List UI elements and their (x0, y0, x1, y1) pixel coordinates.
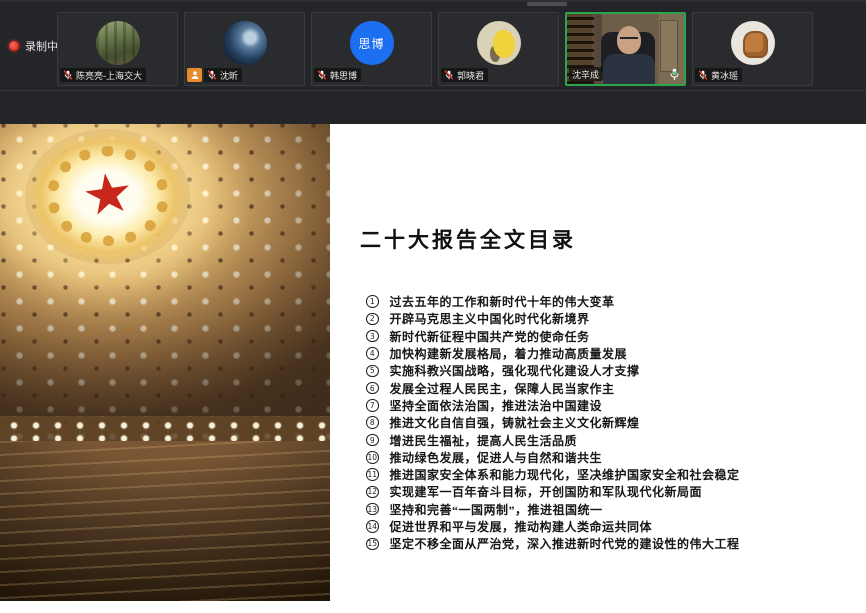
toc-item-13: 13 坚持和完善“一国两制”，推进祖国统一 (366, 501, 740, 518)
mic-muted-icon (444, 70, 454, 80)
avatar-initials: 思博 (358, 35, 384, 52)
seat-rows (0, 441, 330, 601)
participant-tile-6[interactable]: 黄冰瑶 (692, 12, 813, 86)
video-strip: 录制中 陈亮亮-上海交大 沈昕 思博 (0, 0, 866, 124)
toc-item-text: 坚持和完善“一国两制”，推进祖国统一 (390, 501, 603, 518)
participant-tile-2[interactable]: 沈昕 (184, 12, 305, 86)
participant-name-bar: 黄冰瑶 (695, 68, 742, 82)
circled-number: 7 (366, 399, 379, 412)
circled-number: 14 (366, 520, 379, 533)
record-dot-icon (9, 41, 19, 51)
circled-number: 5 (366, 365, 379, 378)
mic-muted-icon (207, 70, 217, 80)
auditorium-seats (0, 441, 330, 601)
participant-name-bar: 韩思博 (314, 68, 361, 82)
toc-item-3: 3 新时代新征程中国共产党的使命任务 (366, 328, 740, 345)
toc-item-6: 6 发展全过程人民民主，保障人民当家作主 (366, 379, 740, 396)
circled-number: 6 (366, 382, 379, 395)
initials-avatar: 思博 (350, 21, 394, 65)
circled-number: 4 (366, 347, 379, 360)
toc-item-7: 7 坚持全面依法治国，推进法治中国建设 (366, 397, 740, 414)
toc-item-10: 10 推动绿色发展，促进人与自然和谐共生 (366, 449, 740, 466)
recording-indicator: 录制中 (9, 38, 58, 54)
window-title-remnant (527, 2, 567, 6)
circled-number: 1 (366, 295, 379, 308)
toc-item-text: 实现建军一百年奋斗目标，开创国防和军队现代化新局面 (390, 483, 703, 500)
toc-item-12: 12 实现建军一百年奋斗目标，开创国防和军队现代化新局面 (366, 483, 740, 500)
participant-name: 郭晓君 (457, 69, 484, 82)
participant-name: 韩思博 (330, 69, 357, 82)
toc-item-8: 8 推进文化自信自强，铸就社会主义文化新辉煌 (366, 414, 740, 431)
participant-tile-1[interactable]: 陈亮亮-上海交大 (57, 12, 178, 86)
participant-tile-5-active[interactable]: 沈辛成 (565, 12, 686, 86)
toc-item-1: 1 过去五年的工作和新时代十年的伟大变革 (366, 293, 740, 310)
toc-item-text: 实施科教兴国战略，强化现代化建设人才支撑 (390, 362, 640, 379)
circled-number: 8 (366, 416, 379, 429)
mic-muted-icon (317, 70, 327, 80)
toc-item-text: 过去五年的工作和新时代十年的伟大变革 (390, 293, 615, 310)
toc-item-text: 加快构建新发展格局，着力推动高质量发展 (390, 345, 628, 362)
meeting-app-window: 录制中 陈亮亮-上海交大 沈昕 思博 (0, 0, 866, 613)
forest-avatar (96, 21, 140, 65)
toc-item-text: 推进国家安全体系和能力现代化，坚决维护国家安全和社会稳定 (390, 466, 740, 483)
toc-item-14: 14 促进世界和平与发展，推动构建人类命运共同体 (366, 518, 740, 535)
toc-item-text: 新时代新征程中国共产党的使命任务 (390, 328, 590, 345)
speaker-torso (603, 54, 655, 86)
shared-screen-slide: 二十大报告全文目录 1 过去五年的工作和新时代十年的伟大变革 2 开辟马克思主义中国… (0, 124, 866, 601)
toc-item-text: 增进民生福祉，提高人民生活品质 (390, 432, 578, 449)
great-hall-ceiling-photo (0, 124, 330, 601)
toc-item-text: 推进文化自信自强，铸就社会主义文化新辉煌 (390, 414, 640, 431)
strip-divider (0, 90, 866, 91)
participant-name: 陈亮亮-上海交大 (76, 69, 142, 82)
circled-number: 11 (366, 468, 379, 481)
mic-muted-icon (63, 70, 73, 80)
toc-item-text: 坚定不移全面从严治党，深入推进新时代党的建设性的伟大工程 (390, 535, 740, 552)
circled-number: 2 (366, 313, 379, 326)
recording-label: 录制中 (25, 38, 58, 54)
speaker-glasses (620, 37, 638, 41)
hand-raised-badge-icon (187, 68, 202, 82)
circled-number: 9 (366, 434, 379, 447)
circled-number: 15 (366, 538, 379, 551)
circled-number: 13 (366, 503, 379, 516)
participant-name-bar: 沈辛成 (569, 67, 603, 81)
door (660, 20, 678, 72)
participant-tile-4[interactable]: 郭晓君 (438, 12, 559, 86)
participant-tile-3[interactable]: 思博 韩思博 (311, 12, 432, 86)
participant-name: 黄冰瑶 (711, 69, 738, 82)
toc-item-text: 推动绿色发展，促进人与自然和谐共生 (390, 449, 603, 466)
toc-item-text: 开辟马克思主义中国化时代化新境界 (390, 310, 590, 327)
toc-item-text: 发展全过程人民民主，保障人民当家作主 (390, 380, 615, 397)
participant-name-bar: 沈昕 (204, 68, 242, 82)
toc-list: 1 过去五年的工作和新时代十年的伟大变革 2 开辟马克思主义中国化时代化新境界 3新… (366, 293, 740, 552)
participant-name: 沈辛成 (572, 68, 599, 81)
toc-item-text: 促进世界和平与发展，推动构建人类命运共同体 (390, 518, 653, 535)
participant-name-bar: 郭晓君 (441, 68, 488, 82)
toc-item-9: 9 增进民生福祉，提高人民生活品质 (366, 431, 740, 448)
toast-avatar (731, 21, 775, 65)
toc-item-text: 坚持全面依法治国，推进法治中国建设 (390, 397, 603, 414)
participant-name: 沈昕 (220, 69, 238, 82)
toc-item-4: 4 加快构建新发展格局，着力推动高质量发展 (366, 345, 740, 362)
slide-title: 二十大报告全文目录 (360, 224, 576, 254)
toc-item-2: 2 开辟马克思主义中国化时代化新境界 (366, 310, 740, 327)
circled-number: 10 (366, 451, 379, 464)
pikachu-avatar (477, 21, 521, 65)
toc-item-5-highlighted: 5 实施科教兴国战略，强化现代化建设人才支撑 (366, 362, 740, 379)
toc-item-15: 15 坚定不移全面从严治党，深入推进新时代党的建设性的伟大工程 (366, 535, 740, 552)
mic-muted-icon (698, 70, 708, 80)
mic-active-icon (669, 68, 680, 81)
night-moon-avatar (223, 21, 267, 65)
circled-number: 3 (366, 330, 379, 343)
participant-name-bar: 陈亮亮-上海交大 (60, 68, 146, 82)
balcony-lights (0, 416, 330, 442)
circled-number: 12 (366, 486, 379, 499)
toc-item-11: 11 推进国家安全体系和能力现代化，坚决维护国家安全和社会稳定 (366, 466, 740, 483)
